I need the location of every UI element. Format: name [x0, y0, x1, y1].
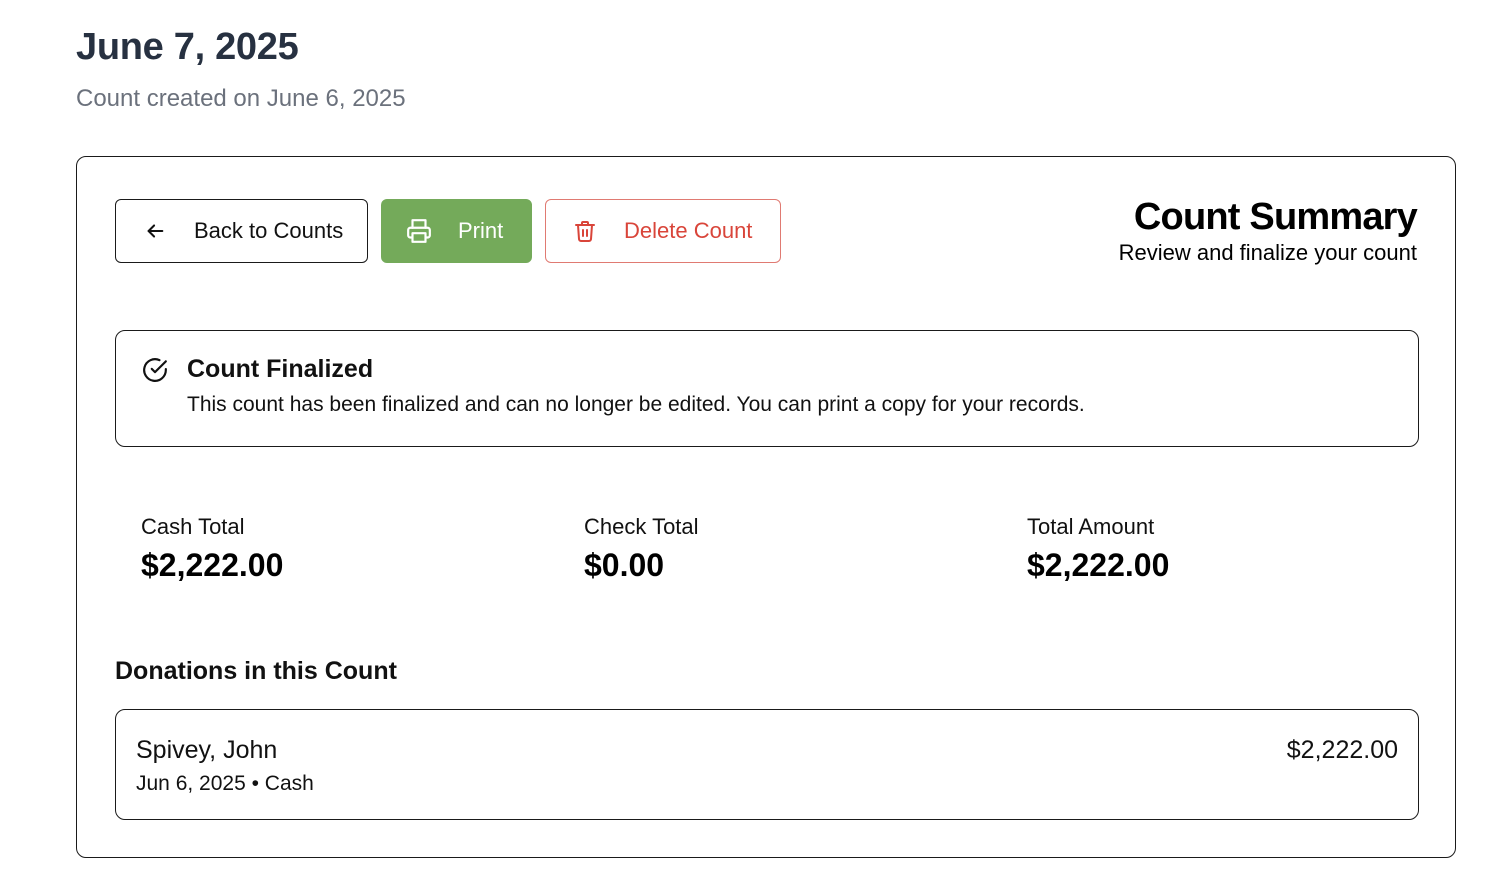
- total-amount-stat: Total Amount $2,222.00: [1027, 513, 1169, 585]
- summary-subtitle: Review and finalize your count: [1118, 240, 1417, 265]
- check-total-label: Check Total: [584, 514, 699, 539]
- cash-total-value: $2,222.00: [141, 547, 284, 583]
- donation-list-item[interactable]: Spivey, John Jun 6, 2025 • Cash $2,222.0…: [115, 709, 1419, 820]
- cash-total-stat: Cash Total $2,222.00: [141, 513, 283, 585]
- donation-meta: Jun 6, 2025 • Cash: [136, 772, 314, 795]
- check-total-value: $0.00: [584, 547, 665, 583]
- arrow-left-icon: [142, 218, 168, 244]
- donation-amount: $2,222.00: [1286, 736, 1398, 764]
- summary-title: Count Summary: [1133, 196, 1418, 238]
- trash-icon: [572, 218, 598, 244]
- cash-total-label: Cash Total: [141, 514, 245, 539]
- count-summary-card: Back to Counts Print Delete Count Count …: [76, 156, 1456, 858]
- summary-header: Count Summary Review and finalize your c…: [1118, 195, 1418, 267]
- notice-text: This count has been finalized and can no…: [187, 393, 1085, 416]
- print-button[interactable]: Print: [381, 199, 532, 263]
- total-amount-value: $2,222.00: [1027, 547, 1170, 583]
- notice-title: Count Finalized: [187, 355, 374, 383]
- delete-count-label: Delete Count: [624, 218, 753, 243]
- delete-count-button[interactable]: Delete Count: [545, 199, 781, 263]
- donations-section-title: Donations in this Count: [115, 657, 397, 685]
- donor-name: Spivey, John: [136, 736, 278, 764]
- check-total-stat: Check Total $0.00: [584, 513, 699, 585]
- total-amount-label: Total Amount: [1027, 514, 1155, 539]
- print-label: Print: [458, 218, 504, 243]
- back-to-counts-button[interactable]: Back to Counts: [115, 199, 368, 263]
- back-to-counts-label: Back to Counts: [194, 218, 344, 243]
- page-subtitle: Count created on June 6, 2025: [76, 85, 406, 112]
- printer-icon: [406, 218, 432, 244]
- page-title: June 7, 2025: [76, 26, 299, 68]
- finalized-notice: Count Finalized This count has been fina…: [115, 330, 1419, 447]
- check-circle-icon: [142, 357, 168, 383]
